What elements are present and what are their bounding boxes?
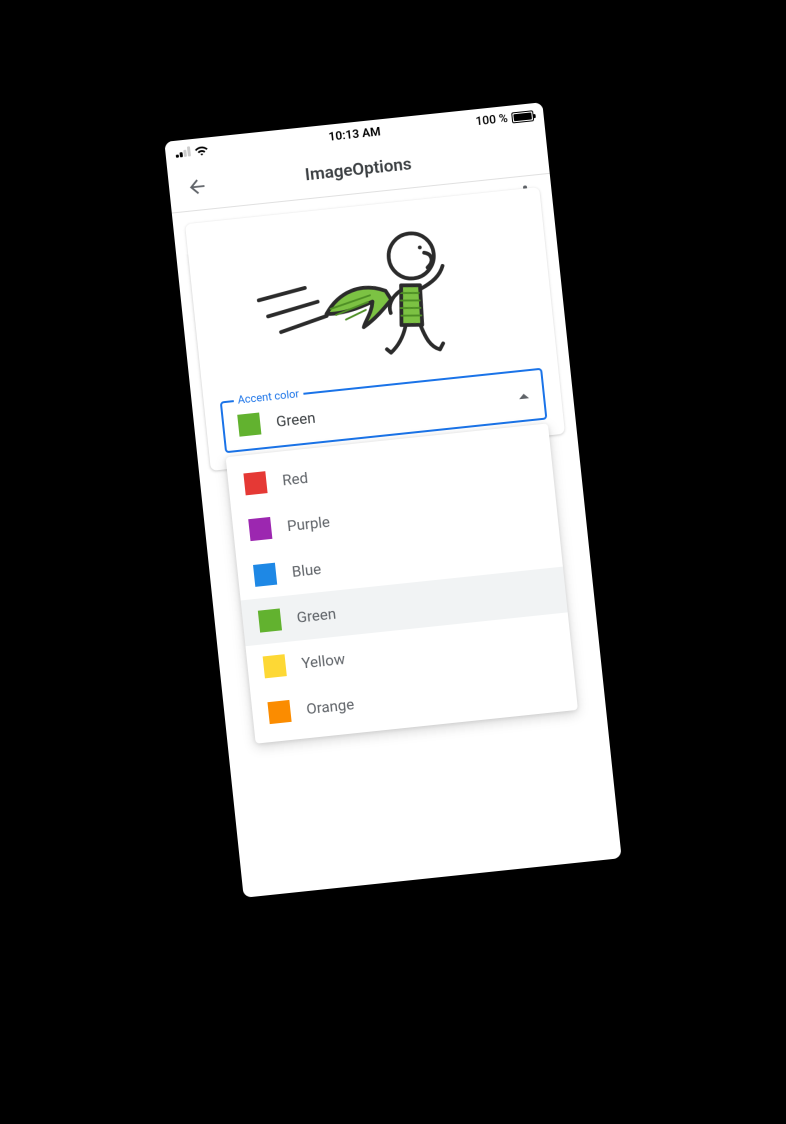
superhero-doodle-icon	[241, 203, 501, 388]
color-swatch-icon	[258, 608, 282, 632]
color-swatch-icon	[243, 471, 267, 495]
accent-option-label: Green	[296, 605, 337, 627]
selected-color-swatch	[237, 413, 261, 437]
image-options-card: Accent color Green RedPurpleBlueGreenYel…	[185, 187, 565, 471]
accent-option-label: Orange	[305, 695, 355, 718]
color-swatch-icon	[253, 563, 277, 587]
battery-percentage: 100 %	[475, 111, 509, 128]
cellular-signal-icon	[175, 146, 191, 158]
back-button[interactable]	[175, 164, 219, 208]
color-swatch-icon	[263, 654, 287, 678]
chevron-up-icon	[519, 393, 529, 399]
accent-option-label: Blue	[291, 560, 322, 581]
illustration	[185, 187, 558, 403]
accent-color-dropdown: Red Purple Blue Green Yellow Orange	[226, 423, 578, 743]
accent-option-label: Red	[281, 469, 308, 490]
phone-frame: 10:13 AM 100 % ImageOptions	[164, 102, 621, 898]
status-time: 10:13 AM	[328, 124, 381, 143]
selected-color-text: Green	[275, 387, 520, 430]
wifi-icon	[194, 144, 209, 156]
arrow-left-icon	[185, 174, 209, 198]
color-swatch-icon	[267, 700, 291, 724]
accent-option-label: Yellow	[301, 650, 346, 672]
color-swatch-icon	[248, 517, 272, 541]
content-area: Accent color Green RedPurpleBlueGreenYel…	[172, 174, 578, 484]
battery-icon	[511, 110, 534, 123]
accent-option-label: Purple	[286, 513, 330, 535]
